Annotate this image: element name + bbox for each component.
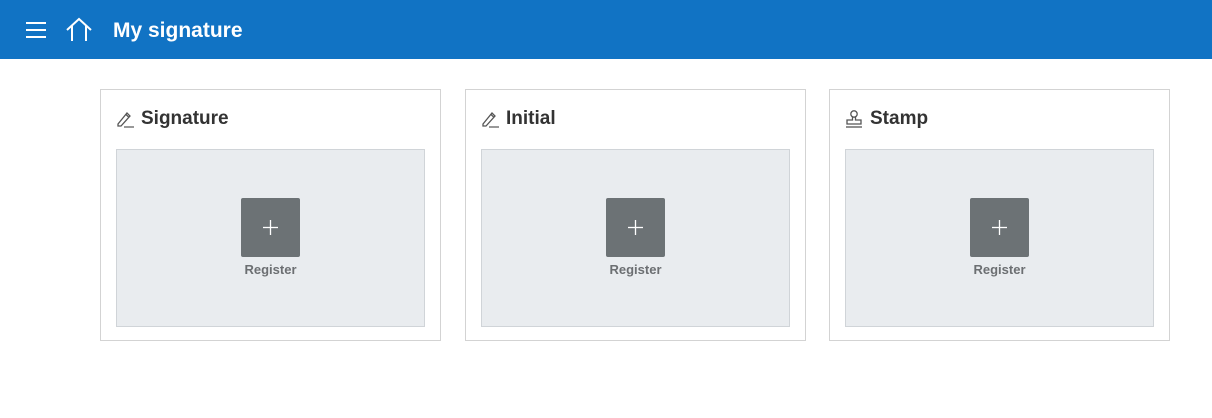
home-icon (66, 17, 92, 41)
signature-drop-area[interactable]: Register (116, 149, 425, 327)
register-label[interactable]: Register (846, 262, 1153, 277)
plus-icon (628, 220, 643, 235)
menu-button[interactable] (24, 18, 50, 42)
initial-card: Initial Register (465, 89, 806, 341)
add-stamp-button[interactable] (970, 198, 1029, 257)
add-initial-button[interactable] (606, 198, 665, 257)
signature-card: Signature Register (100, 89, 441, 341)
plus-icon (263, 220, 278, 235)
card-title: Signature (141, 108, 229, 129)
stamp-drop-area[interactable]: Register (845, 149, 1154, 327)
top-app-bar: My signature (0, 0, 1212, 59)
hamburger-menu-icon (26, 22, 46, 38)
card-header: Stamp (844, 106, 928, 132)
card-title: Stamp (870, 108, 929, 129)
add-signature-button[interactable] (241, 198, 300, 257)
pen-icon (482, 112, 499, 128)
home-button[interactable] (65, 16, 93, 44)
register-label[interactable]: Register (117, 262, 424, 277)
initial-drop-area[interactable]: Register (481, 149, 790, 327)
plus-icon (992, 220, 1007, 235)
register-label[interactable]: Register (482, 262, 789, 277)
pen-icon (117, 112, 134, 128)
card-header: Signature (115, 106, 229, 132)
card-header: Initial (480, 106, 556, 132)
stamp-icon (846, 110, 862, 128)
card-title: Initial (506, 108, 556, 129)
stamp-card: Stamp Register (829, 89, 1170, 341)
page-title: My signature (113, 19, 243, 42)
